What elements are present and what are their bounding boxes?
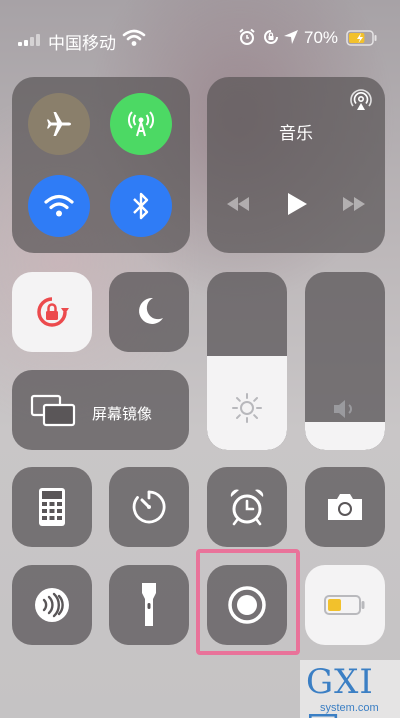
alarm-button[interactable] bbox=[207, 467, 287, 547]
brightness-slider[interactable] bbox=[207, 272, 287, 450]
screen-mirroring-button[interactable]: 屏幕镜像 bbox=[12, 370, 189, 450]
screen-mirroring-icon bbox=[30, 394, 76, 427]
nfc-wallet-button[interactable] bbox=[12, 565, 92, 645]
moon-icon bbox=[139, 297, 163, 324]
cellular-data-toggle[interactable] bbox=[110, 93, 172, 155]
volume-level-fill bbox=[305, 421, 385, 450]
camera-icon bbox=[328, 494, 362, 520]
low-power-mode-button[interactable] bbox=[305, 565, 385, 645]
status-bar: 中国移动 70% bbox=[0, 0, 400, 74]
speaker-icon bbox=[334, 400, 352, 418]
flashlight-icon bbox=[142, 583, 156, 626]
next-track-icon[interactable] bbox=[341, 195, 367, 213]
location-arrow-icon bbox=[284, 30, 298, 44]
brightness-sun-icon bbox=[232, 393, 262, 423]
nfc-icon bbox=[35, 588, 69, 622]
orientation-lock-status-icon bbox=[264, 30, 278, 44]
music-title: 音乐 bbox=[279, 124, 313, 143]
alarm-status-icon bbox=[239, 28, 255, 45]
do-not-disturb-button[interactable] bbox=[109, 272, 189, 352]
flashlight-button[interactable] bbox=[109, 565, 189, 645]
play-icon[interactable] bbox=[285, 191, 309, 217]
camera-button[interactable] bbox=[305, 467, 385, 547]
bluetooth-icon bbox=[133, 192, 149, 220]
airplane-mode-toggle[interactable] bbox=[28, 93, 90, 155]
screen-mirroring-label: 屏幕镜像 bbox=[92, 406, 153, 423]
watermark: GXI网 system.com bbox=[300, 660, 400, 718]
wifi-toggle[interactable] bbox=[28, 175, 90, 237]
cellular-signal-icon bbox=[18, 34, 40, 46]
battery-icon bbox=[346, 30, 377, 46]
connectivity-panel bbox=[12, 77, 190, 253]
wifi-icon bbox=[44, 194, 74, 217]
previous-track-icon[interactable] bbox=[225, 195, 251, 213]
music-panel[interactable]: 音乐 bbox=[207, 77, 385, 253]
watermark-domain: system.com bbox=[320, 702, 379, 714]
carrier-name: 中国移动 bbox=[48, 34, 116, 53]
timer-button[interactable] bbox=[109, 467, 189, 547]
wifi-status-icon bbox=[122, 29, 146, 46]
bluetooth-toggle[interactable] bbox=[110, 175, 172, 237]
airplane-icon bbox=[47, 112, 71, 136]
calculator-icon bbox=[39, 488, 65, 526]
calculator-button[interactable] bbox=[12, 467, 92, 547]
timer-icon bbox=[132, 490, 166, 524]
battery-percentage: 70% bbox=[304, 28, 339, 47]
low-power-battery-icon bbox=[324, 595, 365, 615]
rotation-lock-button[interactable] bbox=[12, 272, 92, 352]
cellular-antenna-icon bbox=[128, 111, 154, 137]
volume-slider[interactable] bbox=[305, 272, 385, 450]
rotation-lock-icon bbox=[37, 297, 69, 327]
screen-recording-highlight bbox=[196, 549, 300, 655]
alarm-clock-icon bbox=[230, 489, 264, 526]
airplay-audio-icon[interactable] bbox=[349, 89, 373, 113]
